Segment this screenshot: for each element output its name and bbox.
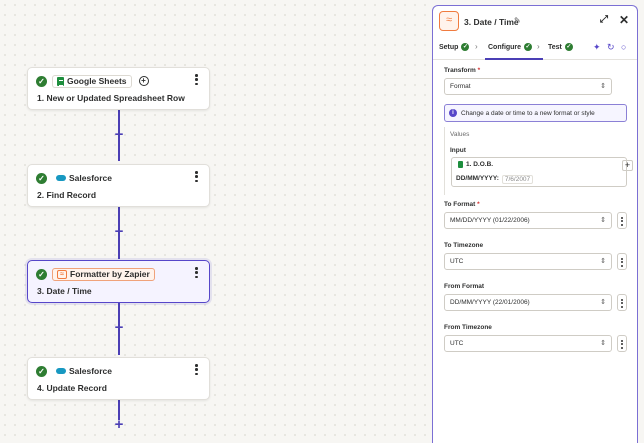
info-banner: i Change a date or time to a new format … [444,104,627,122]
salesforce-icon [56,368,66,374]
updown-chevron-icon: ⇕ [600,340,606,347]
formatter-icon: ≈ [439,11,459,31]
panel-tabs: Setup ✓ › Configure ✓ › Test ✓ ✦ ↻ ○ [433,38,637,60]
dob-value: 7/6/2007 [501,175,534,184]
panel-header: ≈ 3. Date / Time ✎ ⤢ ✕ [433,6,637,38]
updown-chevron-icon: ⇕ [600,83,606,90]
info-text: Change a date or time to a new format or… [461,109,595,117]
check-icon: ✓ [36,75,47,87]
salesforce-icon [56,175,66,181]
to-timezone-more-button[interactable] [617,253,627,270]
close-icon[interactable]: ✕ [619,13,629,27]
app-name: Salesforce [69,366,112,376]
label-text: Transform [444,67,476,74]
formatter-icon: ≈ [57,269,67,279]
from-format-select[interactable]: DD/MM/YYYY (22/01/2006) ⇕ [444,294,612,311]
editor-canvas[interactable]: + + + + ✓ Google Sheets + 1. New or Upda… [0,0,432,443]
transform-select[interactable]: Format ⇕ [444,78,612,95]
more-options-icon[interactable] [195,74,199,87]
tab-setup[interactable]: Setup ✓ [439,43,470,51]
from-format-label: From Format [444,283,485,290]
step-card-3[interactable]: ✓ ≈ Formatter by Zapier 3. Date / Time [27,260,210,303]
check-icon: ✓ [461,43,470,51]
mapped-field-pill[interactable]: 1. D.O.B. [458,161,493,168]
to-timezone-select[interactable]: UTC ⇕ [444,253,612,270]
mapped-field-name: 1. D.O.B. [466,161,494,168]
active-tab-indicator [485,58,543,60]
chevron-right-icon: › [537,42,540,51]
app-chip: Salesforce [52,365,116,378]
check-icon: ✓ [36,365,47,377]
check-icon: ✓ [524,43,533,51]
app-chip: Google Sheets [52,74,132,88]
label-text: To Format [444,201,476,208]
required-mark: * [477,201,480,208]
panel-title: 3. Date / Time [464,17,519,27]
more-options-icon[interactable] [195,171,199,184]
tab-test[interactable]: Test ✓ [548,43,573,51]
app-name: Formatter by Zapier [70,269,150,279]
values-section: Values Input 1. D.O.B. DD/MM/YYYY: 7/6/2… [444,127,633,195]
from-timezone-label: From Timezone [444,324,492,331]
step-card-2[interactable]: ✓ Salesforce 2. Find Record [27,164,210,207]
to-timezone-label: To Timezone [444,242,484,249]
input-label: Input [450,147,466,154]
info-icon: i [449,109,457,117]
step-card-4[interactable]: ✓ Salesforce 4. Update Record [27,357,210,400]
select-value: DD/MM/YYYY (22/01/2006) [450,299,530,306]
add-step-button-2[interactable]: + [112,224,126,239]
step-card-1[interactable]: ✓ Google Sheets + 1. New or Updated Spre… [27,67,210,110]
step-title: 1. New or Updated Spreadsheet Row [37,93,185,103]
check-icon: ✓ [36,268,47,280]
add-circle-icon[interactable]: + [138,76,149,86]
google-sheets-icon [458,161,463,168]
step-title: 3. Date / Time [37,286,92,296]
to-format-select[interactable]: MM/DD/YYYY (01/22/2006) ⇕ [444,212,612,229]
required-mark: * [477,67,481,74]
chevron-right-icon: › [475,42,478,51]
pencil-icon[interactable]: ✎ [514,16,521,25]
tab-configure[interactable]: Configure ✓ [488,43,533,51]
values-title: Values [450,131,470,138]
input-field[interactable]: 1. D.O.B. DD/MM/YYYY: 7/6/2007 + [451,157,633,187]
add-step-button-3[interactable]: + [112,320,126,335]
app-name: Salesforce [69,173,112,183]
select-value: MM/DD/YYYY (01/22/2006) [450,217,530,224]
select-value: UTC [450,340,464,347]
add-step-button-4[interactable]: + [112,417,126,432]
select-value: UTC [450,258,464,265]
step-title: 4. Update Record [37,383,107,393]
add-step-button-1[interactable]: + [112,127,126,142]
from-timezone-select[interactable]: UTC ⇕ [444,335,612,352]
dob-label: DD/MM/YYYY: [456,175,499,182]
dob-row: DD/MM/YYYY: 7/6/2007 [456,175,534,184]
select-value: Format [450,83,471,90]
comment-icon[interactable]: ○ [621,42,626,52]
insert-data-button[interactable]: + [622,160,633,171]
more-options-icon[interactable] [195,267,199,280]
app-name: Google Sheets [67,76,127,86]
step-title: 2. Find Record [37,190,97,200]
tab-label: Configure [488,43,522,51]
ai-sparkle-icon[interactable]: ✦ [593,42,601,53]
updown-chevron-icon: ⇕ [600,217,606,224]
from-timezone-more-button[interactable] [617,335,627,352]
from-format-more-button[interactable] [617,294,627,311]
app-chip: ≈ Formatter by Zapier [52,267,155,281]
to-format-more-button[interactable] [617,212,627,229]
tab-label: Setup [439,43,459,51]
google-sheets-icon [57,76,64,86]
to-format-label: To Format * [444,201,480,208]
transform-label: Transform * [444,67,480,74]
app-chip: Salesforce [52,172,116,185]
step-config-panel: ≈ 3. Date / Time ✎ ⤢ ✕ Setup ✓ › Configu… [432,5,638,443]
updown-chevron-icon: ⇕ [600,299,606,306]
check-icon: ✓ [564,43,573,51]
updown-chevron-icon: ⇕ [600,258,606,265]
tab-label: Test [548,43,562,51]
expand-icon[interactable]: ⤢ [600,14,608,25]
more-options-icon[interactable] [195,364,199,377]
refresh-icon[interactable]: ↻ [607,42,615,53]
check-icon: ✓ [36,172,47,184]
